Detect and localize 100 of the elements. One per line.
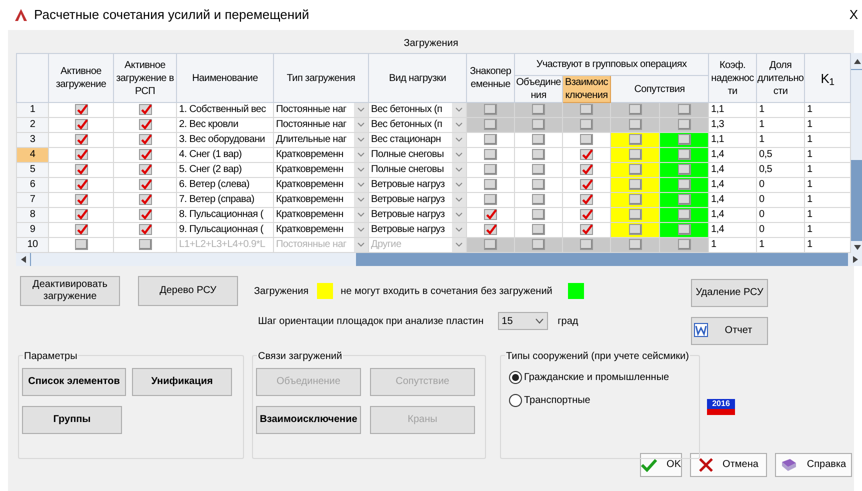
report-button[interactable]: Отчет xyxy=(691,317,768,345)
row-number[interactable]: 4 xyxy=(16,148,48,162)
checkbox[interactable] xyxy=(138,104,152,115)
group-button[interactable]: Взаимоисключение xyxy=(256,406,361,434)
group-button[interactable]: Список элементов xyxy=(22,368,126,396)
column-header[interactable]: K$_{1}$ xyxy=(804,54,851,102)
vertical-scrollbar[interactable] xyxy=(851,53,862,253)
checkbox[interactable] xyxy=(74,208,88,220)
checkbox[interactable] xyxy=(74,118,88,130)
ok-button[interactable]: OK xyxy=(640,453,682,477)
checkbox[interactable] xyxy=(678,224,690,235)
chevron-down-icon[interactable] xyxy=(354,148,368,162)
checkbox[interactable] xyxy=(484,148,497,160)
checkbox[interactable] xyxy=(532,118,545,130)
checkbox[interactable] xyxy=(678,208,690,220)
checkbox[interactable] xyxy=(74,134,88,145)
checkbox[interactable] xyxy=(580,224,593,235)
checkbox[interactable] xyxy=(580,194,593,205)
checkbox[interactable] xyxy=(628,178,642,190)
arrow-up-icon[interactable] xyxy=(854,58,861,64)
checkbox[interactable] xyxy=(580,134,593,145)
checkbox[interactable] xyxy=(138,224,152,235)
checkbox[interactable] xyxy=(74,194,88,205)
radio-button[interactable] xyxy=(509,371,522,384)
tree-button[interactable]: Дерево РСУ xyxy=(138,276,238,306)
checkbox[interactable] xyxy=(678,134,690,145)
column-header[interactable]: Сопутствия xyxy=(610,76,709,102)
row-number[interactable]: 5 xyxy=(16,162,48,178)
arrow-down-icon[interactable] xyxy=(854,244,861,250)
row-number[interactable]: 9 xyxy=(16,222,48,238)
checkbox[interactable] xyxy=(628,118,642,130)
help-button[interactable]: Справка xyxy=(775,453,852,477)
checkbox[interactable] xyxy=(678,118,690,130)
checkbox[interactable] xyxy=(678,104,690,115)
column-header[interactable]: Знакопеременные xyxy=(466,54,514,102)
radio-button[interactable] xyxy=(509,394,522,407)
checkbox[interactable] xyxy=(138,118,152,130)
checkbox[interactable] xyxy=(678,148,690,160)
chevron-down-icon[interactable] xyxy=(452,163,466,177)
checkbox[interactable] xyxy=(74,164,88,175)
column-header[interactable]: Взаимоисключения xyxy=(562,76,610,102)
checkbox[interactable] xyxy=(678,194,690,205)
checkbox[interactable] xyxy=(138,148,152,160)
checkbox[interactable] xyxy=(628,104,642,115)
checkbox[interactable] xyxy=(74,224,88,235)
chevron-down-icon[interactable] xyxy=(452,208,466,222)
checkbox[interactable] xyxy=(484,208,497,220)
column-header[interactable]: Объединения xyxy=(514,76,562,102)
checkbox[interactable] xyxy=(532,148,545,160)
checkbox[interactable] xyxy=(74,104,88,115)
checkbox[interactable] xyxy=(628,194,642,205)
corner-cell[interactable] xyxy=(16,54,48,102)
checkbox[interactable] xyxy=(484,118,497,130)
checkbox[interactable] xyxy=(580,104,593,115)
checkbox[interactable] xyxy=(678,164,690,175)
checkbox[interactable] xyxy=(580,208,593,220)
checkbox[interactable] xyxy=(628,224,642,235)
checkbox[interactable] xyxy=(484,178,497,190)
chevron-down-icon[interactable] xyxy=(452,103,466,117)
chevron-down-icon[interactable] xyxy=(452,148,466,162)
checkbox[interactable] xyxy=(138,178,152,190)
column-header[interactable]: Активное загружение xyxy=(48,54,114,102)
row-number[interactable]: 7 xyxy=(16,192,48,208)
checkbox[interactable] xyxy=(628,134,642,145)
row-number[interactable]: 8 xyxy=(16,208,48,222)
chevron-down-icon[interactable] xyxy=(354,193,368,207)
checkbox[interactable] xyxy=(532,224,545,235)
close-button[interactable]: X xyxy=(849,5,858,25)
checkbox[interactable] xyxy=(532,104,545,115)
delete-button[interactable]: Удаление РСУ xyxy=(691,279,768,307)
row-number[interactable]: 2 xyxy=(16,118,48,132)
chevron-down-icon[interactable] xyxy=(452,178,466,192)
checkbox[interactable] xyxy=(532,178,545,190)
checkbox[interactable] xyxy=(484,134,497,145)
checkbox[interactable] xyxy=(678,178,690,190)
column-header[interactable]: Коэф. надежности xyxy=(708,54,757,102)
checkbox[interactable] xyxy=(74,178,88,190)
checkbox[interactable] xyxy=(484,164,497,175)
checkbox[interactable] xyxy=(138,194,152,205)
checkbox[interactable] xyxy=(580,164,593,175)
chevron-down-icon[interactable] xyxy=(354,118,368,132)
chevron-down-icon[interactable] xyxy=(354,133,368,147)
checkbox[interactable] xyxy=(138,134,152,145)
chevron-down-icon[interactable] xyxy=(354,208,368,222)
arrow-left-icon[interactable] xyxy=(20,256,26,263)
chevron-down-icon[interactable] xyxy=(452,193,466,207)
chevron-down-icon[interactable] xyxy=(354,163,368,177)
checkbox[interactable] xyxy=(532,208,545,220)
column-header[interactable]: Вид нагрузки xyxy=(368,54,466,102)
checkbox[interactable] xyxy=(532,194,545,205)
checkbox[interactable] xyxy=(74,148,88,160)
checkbox[interactable] xyxy=(532,134,545,145)
chevron-down-icon[interactable] xyxy=(452,133,466,147)
chevron-down-icon[interactable] xyxy=(354,103,368,117)
checkbox[interactable] xyxy=(532,164,545,175)
checkbox[interactable] xyxy=(484,194,497,205)
checkbox[interactable] xyxy=(580,148,593,160)
checkbox[interactable] xyxy=(138,164,152,175)
checkbox[interactable] xyxy=(580,178,593,190)
chevron-down-icon[interactable] xyxy=(354,238,368,252)
